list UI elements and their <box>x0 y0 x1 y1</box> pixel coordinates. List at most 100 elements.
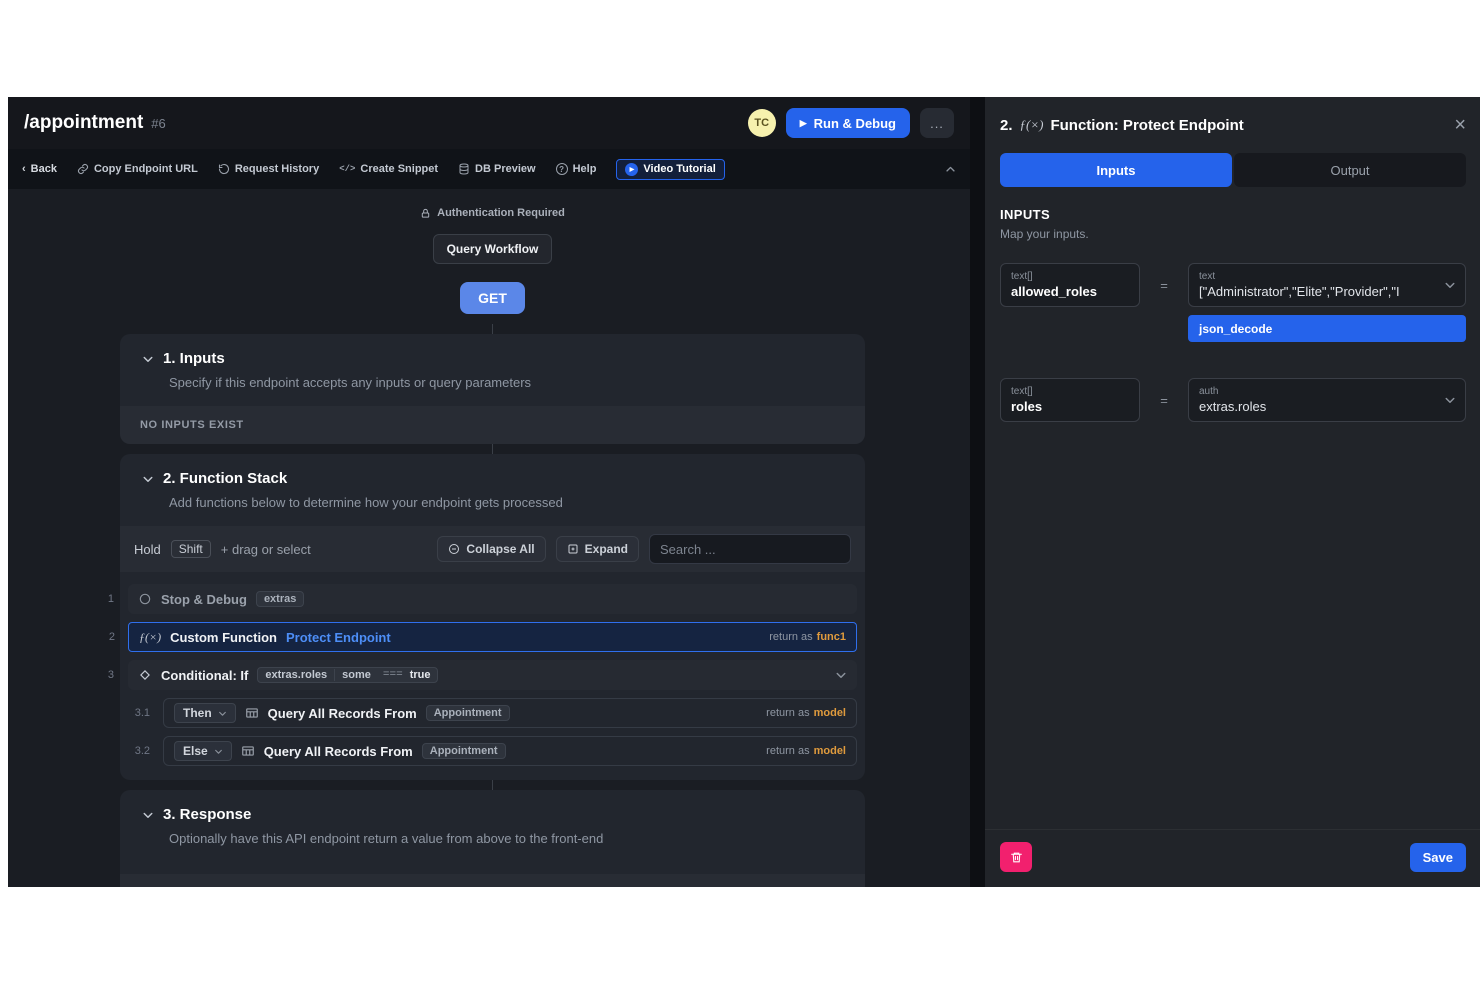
run-debug-button[interactable]: ▶ Run & Debug <box>786 108 910 138</box>
response-return-row: RETURN AS... <box>120 874 865 887</box>
return-as: return as model <box>766 745 846 757</box>
else-dropdown[interactable]: Else <box>174 741 232 761</box>
video-tutorial-button[interactable]: ▶ Video Tutorial <box>616 159 724 180</box>
response-section-card: 3. Response Optionally have this API end… <box>120 790 865 887</box>
inputs-section-subtitle: Specify if this endpoint accepts any inp… <box>120 371 865 406</box>
help-icon: ? <box>556 163 568 175</box>
inputs-section-title: 1. Inputs <box>163 350 225 367</box>
function-row-stop-debug[interactable]: 1 Stop & Debug extras <box>128 584 857 614</box>
param-name: allowed_roles <box>1011 284 1129 299</box>
chevron-down-icon[interactable] <box>835 669 847 681</box>
workflow-canvas: Authentication Required Query Workflow G… <box>8 189 970 887</box>
chevron-down-icon[interactable] <box>142 473 154 485</box>
create-snippet-button[interactable]: </> Create Snippet <box>339 163 438 175</box>
as-label[interactable]: AS... <box>821 886 845 887</box>
param-type: text[] <box>1011 271 1129 282</box>
value-text: extras.roles <box>1199 399 1437 414</box>
row-number: 3 <box>84 669 114 681</box>
expand-icon <box>567 543 579 555</box>
play-icon: ▶ <box>800 118 807 129</box>
back-button[interactable]: ‹ Back <box>22 163 57 175</box>
function-row-custom-function[interactable]: 2 ƒ(×) Custom Function Protect Endpoint … <box>128 622 857 652</box>
expand-button[interactable]: Expand <box>556 536 639 562</box>
function-row-query-else[interactable]: 3.2 Else Query All Records From Appointm… <box>163 736 857 766</box>
collapse-icon <box>448 543 460 555</box>
function-stack-subtitle: Add functions below to determine how you… <box>120 491 865 526</box>
auth-required-indicator: Authentication Required <box>420 207 565 219</box>
inputs-subtitle: Map your inputs. <box>1000 227 1466 241</box>
panel-divider <box>970 97 985 887</box>
endpoint-toolbar: ‹ Back Copy Endpoint URL Request History… <box>8 149 970 189</box>
chevron-down-icon[interactable] <box>142 809 154 821</box>
function-icon: ƒ(×) <box>1020 117 1044 133</box>
page-title: /appointment <box>24 112 143 134</box>
more-options-button[interactable]: ... <box>920 108 954 138</box>
equals-sign: = <box>1140 263 1188 307</box>
param-type: text[] <box>1011 386 1129 397</box>
return-label: RETURN <box>140 886 192 887</box>
function-row-query-then[interactable]: 3.1 Then Query All Records From Appointm… <box>163 698 857 728</box>
connector-line <box>492 780 493 790</box>
tab-inputs[interactable]: Inputs <box>1000 153 1232 187</box>
function-panel-title: Function: Protect Endpoint <box>1050 117 1243 134</box>
row-number: 3.1 <box>120 707 150 719</box>
code-icon: </> <box>339 164 355 174</box>
expression-filter: some <box>335 669 378 681</box>
row-number: 3.2 <box>120 745 150 757</box>
circle-icon <box>138 592 152 606</box>
return-variable: model <box>814 745 846 757</box>
lock-icon <box>420 208 431 219</box>
return-as: return as model <box>766 707 846 719</box>
conditional-expression-badge: extras.roles some === true <box>257 667 438 683</box>
protect-endpoint-link[interactable]: Protect Endpoint <box>286 630 391 645</box>
collapse-all-button[interactable]: Collapse All <box>437 536 545 562</box>
value-select-allowed-roles[interactable]: text ["Administrator","Elite","Provider"… <box>1188 263 1466 307</box>
value-select-roles[interactable]: auth extras.roles <box>1188 378 1466 422</box>
tab-output[interactable]: Output <box>1234 153 1466 187</box>
header-actions: TC ▶ Run & Debug ... <box>748 108 954 138</box>
save-button[interactable]: Save <box>1410 843 1466 872</box>
avatar[interactable]: TC <box>748 109 776 137</box>
inputs-heading: INPUTS <box>1000 207 1466 222</box>
equals-sign: = <box>1140 378 1188 422</box>
diamond-icon <box>138 668 152 682</box>
chevron-down-icon[interactable] <box>142 353 154 365</box>
function-rows: 1 Stop & Debug extras 2 ƒ(×) Custom Func… <box>120 572 865 780</box>
connector-line <box>492 324 493 334</box>
function-stack-card: 2. Function Stack Add functions below to… <box>120 454 865 780</box>
endpoint-header: /appointment #6 TC ▶ Run & Debug ... <box>8 97 970 149</box>
function-search-input[interactable] <box>649 534 851 564</box>
function-panel-footer: Save <box>985 829 1480 887</box>
input-mapping-row: text[] roles = auth extras.roles <box>1000 378 1466 422</box>
no-inputs-row: NO INPUTS EXIST <box>120 406 865 444</box>
video-play-icon: ▶ <box>625 163 638 176</box>
function-step-number: 2. <box>1000 117 1013 134</box>
help-button[interactable]: ? Help <box>556 163 597 175</box>
hold-hint-text: Hold <box>134 542 161 557</box>
copy-endpoint-url-button[interactable]: Copy Endpoint URL <box>77 163 198 175</box>
trash-icon <box>1010 851 1023 864</box>
db-preview-button[interactable]: DB Preview <box>458 163 536 175</box>
row-number: 2 <box>85 631 115 643</box>
drag-hint-text: + drag or select <box>221 542 311 557</box>
app-window: /appointment #6 TC ▶ Run & Debug ... ‹ B… <box>8 97 1480 887</box>
query-workflow-badge[interactable]: Query Workflow <box>433 234 553 264</box>
function-stack-title: 2. Function Stack <box>163 470 287 487</box>
then-dropdown[interactable]: Then <box>174 703 236 723</box>
request-history-button[interactable]: Request History <box>218 163 319 175</box>
return-as: return as func1 <box>769 631 846 643</box>
link-icon <box>77 163 89 175</box>
function-stack-toolbar: Hold Shift + drag or select Collapse All… <box>120 526 865 572</box>
toolbar-collapse-chevron[interactable] <box>945 164 956 175</box>
delete-function-button[interactable] <box>1000 842 1032 872</box>
function-panel-tabs: Inputs Output <box>985 145 1480 187</box>
function-row-conditional[interactable]: 3 Conditional: If extras.roles some === … <box>128 660 857 690</box>
input-param-allowed-roles[interactable]: text[] allowed_roles <box>1000 263 1140 307</box>
run-debug-label: Run & Debug <box>814 116 896 131</box>
param-name: roles <box>1011 399 1129 414</box>
http-method-button[interactable]: GET <box>460 282 525 314</box>
function-label: Custom Function <box>170 630 277 645</box>
input-param-roles[interactable]: text[] roles <box>1000 378 1140 422</box>
close-icon[interactable]: × <box>1454 115 1466 135</box>
json-decode-filter-chip[interactable]: json_decode <box>1188 315 1466 342</box>
